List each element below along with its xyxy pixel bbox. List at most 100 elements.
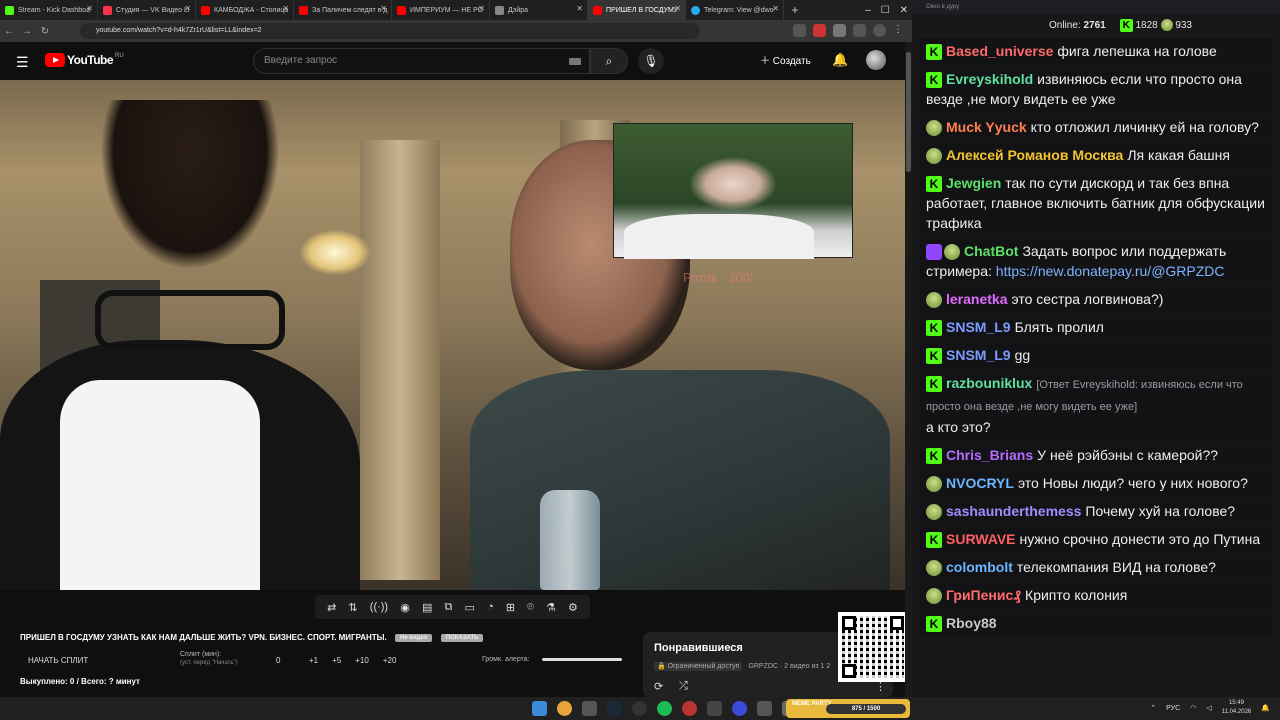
notifications-bell-icon[interactable]: 🔔 [832, 52, 848, 68]
create-button[interactable]: ＋ Создать [760, 52, 811, 67]
camera-icon[interactable]: ⌾ [527, 601, 534, 614]
chat-username[interactable]: Rboy88 [946, 615, 997, 631]
gear-icon[interactable]: ⚙ [568, 601, 578, 614]
back-icon[interactable]: ← [0, 26, 18, 37]
tab-youtube-1[interactable]: КАМБОДЖА - Столица ✕ [196, 0, 294, 20]
close-icon[interactable]: ✕ [184, 4, 191, 13]
profile-icon[interactable] [873, 24, 886, 37]
chat-username[interactable]: Evreyskihold [946, 71, 1033, 87]
eye-icon[interactable]: ◉ [400, 601, 410, 614]
app-icon[interactable] [732, 701, 747, 716]
water-bottle [540, 490, 600, 590]
bell-icon[interactable]: 🔔 [1261, 704, 1270, 712]
menu-icon[interactable]: ☰ [16, 54, 29, 71]
new-tab-button[interactable]: + [787, 2, 803, 18]
menu-icon[interactable]: ⋮ [893, 24, 906, 37]
flask-icon[interactable]: ⚗ [546, 601, 556, 614]
reload-icon[interactable]: ↻ [36, 26, 54, 37]
add-5-button[interactable]: +5 [332, 656, 341, 665]
avatar[interactable] [866, 50, 886, 70]
tab-vk[interactable]: Студия — VK Видео Li ✕ [98, 0, 196, 20]
tab-youtube-3[interactable]: ИМПЕРИУМ — НЕ РО ✕ [392, 0, 490, 20]
clapper-icon[interactable]: ▤ [422, 601, 432, 614]
loop-playlist-icon[interactable]: ⟳ [654, 680, 663, 693]
search-button[interactable]: ⌕ [590, 48, 628, 74]
chat-username[interactable]: NVOCRYL [946, 475, 1014, 491]
tab-deira[interactable]: Дэйра ✕ [490, 0, 588, 20]
close-icon[interactable]: ✕ [282, 4, 289, 13]
playlist-title[interactable]: Понравившиеся [654, 642, 743, 654]
add-20-button[interactable]: +20 [383, 656, 397, 665]
add-1-button[interactable]: +1 [309, 656, 318, 665]
chat-username[interactable]: SURWAVE [946, 531, 1016, 547]
chat-username[interactable]: ГриПенис₰ [946, 587, 1021, 603]
tag-pill[interactable]: Не видео [394, 633, 433, 642]
close-icon[interactable]: ✕ [478, 4, 485, 13]
loop-icon[interactable]: ⇄ [327, 601, 336, 614]
maximize-icon[interactable]: ☐ [881, 5, 890, 16]
chat-username[interactable]: colombolt [946, 559, 1013, 575]
app-icon[interactable] [757, 701, 772, 716]
chat-username[interactable]: SNSM_L9 [946, 347, 1011, 363]
shuffle-icon[interactable]: ⤮ [679, 680, 688, 693]
chat-username[interactable]: Алексей Романов Москва [946, 147, 1123, 163]
tab-youtube-active[interactable]: ПРИШЕЛ В ГОСДУМУ ✕ [588, 0, 686, 20]
scrollbar-thumb[interactable] [906, 52, 911, 172]
chat-username[interactable]: SNSM_L9 [946, 319, 1011, 335]
app-icon[interactable] [582, 701, 597, 716]
start-split-button[interactable]: НАЧАТЬ СПЛИТ [28, 656, 88, 665]
close-icon[interactable]: ✕ [772, 4, 779, 13]
spotify-icon[interactable] [657, 701, 672, 716]
sort-icon[interactable]: ⇅ [348, 601, 357, 614]
volume-icon[interactable]: ◁ [1206, 704, 1211, 712]
add-icon[interactable]: ⊞ [506, 601, 515, 614]
chat-username[interactable]: sashaunderthemess [946, 503, 1081, 519]
tab-telegram[interactable]: Telegram: View @dwo ✕ [686, 0, 784, 20]
tab-kick[interactable]: Stream - Kick Dashboa ✕ [0, 0, 98, 20]
broadcast-icon[interactable]: ((·)) [370, 601, 388, 613]
chat-text: это Новы люди? чего у них нового? [1017, 475, 1248, 491]
alert-volume-slider[interactable] [542, 658, 622, 661]
close-icon[interactable]: ✕ [576, 4, 583, 13]
clock[interactable]: 15:49 11.04.2026 [1222, 699, 1252, 717]
chat-username[interactable]: razbouniklux [946, 375, 1032, 391]
steam-icon[interactable] [607, 701, 622, 716]
chat-username[interactable]: Muck Yyuck [946, 119, 1027, 135]
voice-search-button[interactable]: 🎙 [638, 48, 664, 74]
wifi-icon[interactable]: ◠ [1190, 704, 1196, 712]
app-icon[interactable] [682, 701, 697, 716]
chat-username[interactable]: Chris_Brians [946, 447, 1033, 463]
close-window-icon[interactable]: ✕ [900, 5, 908, 16]
close-icon[interactable]: ✕ [380, 4, 387, 13]
page-scrollbar[interactable] [905, 42, 912, 697]
youtube-logo[interactable]: YouTube RU [45, 53, 124, 67]
extension-icon[interactable] [813, 24, 826, 37]
start-icon[interactable] [532, 701, 547, 716]
keyboard-icon[interactable] [569, 58, 581, 65]
subtitles-icon[interactable]: ▭ [465, 601, 475, 614]
chat-username[interactable]: Jewgien [946, 175, 1001, 191]
tab-youtube-2[interactable]: За Паличем следят в д ✕ [294, 0, 392, 20]
close-icon[interactable]: ✕ [674, 4, 681, 13]
extension-icon[interactable] [793, 24, 806, 37]
pip-icon[interactable]: ⧉ [445, 601, 453, 614]
add-10-button[interactable]: +10 [355, 656, 369, 665]
speed-icon[interactable]: ◔ [487, 601, 494, 613]
language-indicator[interactable]: РУС [1166, 705, 1180, 712]
chat-link[interactable]: https://new.donatepay.ru/@GRPZDC [996, 263, 1225, 279]
close-icon[interactable]: ✕ [86, 4, 93, 13]
url-field[interactable]: youtube.com/watch?v=d-h4k7Zr1rU&list=LL&… [80, 23, 700, 39]
obs-icon[interactable] [632, 701, 647, 716]
chrome-icon[interactable] [557, 701, 572, 716]
chat-username[interactable]: leranetka [946, 291, 1007, 307]
search-input[interactable]: Введите запрос [253, 48, 590, 74]
forward-icon[interactable]: → [18, 26, 36, 37]
chevron-up-icon[interactable]: ⌃ [1150, 704, 1156, 712]
extension-icon[interactable] [833, 24, 846, 37]
app-icon[interactable] [707, 701, 722, 716]
extension-icon[interactable] [853, 24, 866, 37]
chat-username[interactable]: Based_universe [946, 43, 1053, 59]
minimize-icon[interactable]: – [865, 5, 871, 16]
show-pill[interactable]: ПОКАЗАТЬ [440, 633, 484, 642]
chat-username[interactable]: ChatBot [964, 243, 1018, 259]
